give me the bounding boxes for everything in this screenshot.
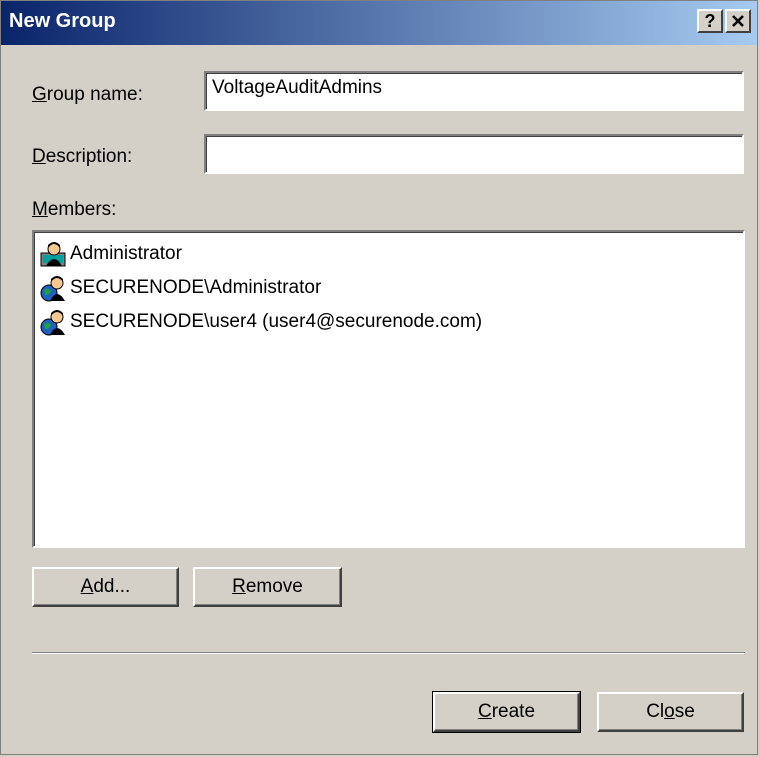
close-button[interactable]: Close xyxy=(597,692,744,732)
create-button[interactable]: Create xyxy=(432,691,581,733)
member-name: SECURENODE\user4 (user4@securenode.com) xyxy=(70,311,483,332)
members-list[interactable]: Administrator SECURENODE\Administrator S… xyxy=(32,230,745,548)
list-item[interactable]: SECURENODE\user4 (user4@securenode.com) xyxy=(40,305,482,339)
domain-user-icon xyxy=(40,310,65,336)
help-button[interactable]: ? xyxy=(697,9,723,33)
group-name-input[interactable]: VoltageAuditAdmins xyxy=(204,71,744,111)
separator xyxy=(32,652,745,654)
domain-user-icon xyxy=(40,276,65,302)
list-item[interactable]: Administrator xyxy=(40,237,182,271)
local-user-icon xyxy=(40,242,66,267)
member-name: Administrator xyxy=(70,243,182,264)
title-bar[interactable]: New Group ? xyxy=(1,1,757,45)
close-icon xyxy=(732,15,744,27)
add-button[interactable]: Add... xyxy=(32,567,179,607)
new-group-dialog: New Group ? Group name: VoltageAuditAdmi… xyxy=(0,0,758,755)
list-item[interactable]: SECURENODE\Administrator xyxy=(40,271,321,305)
remove-button[interactable]: Remove xyxy=(193,567,342,607)
description-label: Description: xyxy=(32,146,133,167)
members-label: Members: xyxy=(32,199,117,220)
close-window-button[interactable] xyxy=(725,9,751,33)
group-name-label: Group name: xyxy=(32,84,143,105)
member-name: SECURENODE\Administrator xyxy=(70,277,322,298)
dialog-title: New Group xyxy=(9,10,116,32)
description-input[interactable] xyxy=(204,134,744,174)
